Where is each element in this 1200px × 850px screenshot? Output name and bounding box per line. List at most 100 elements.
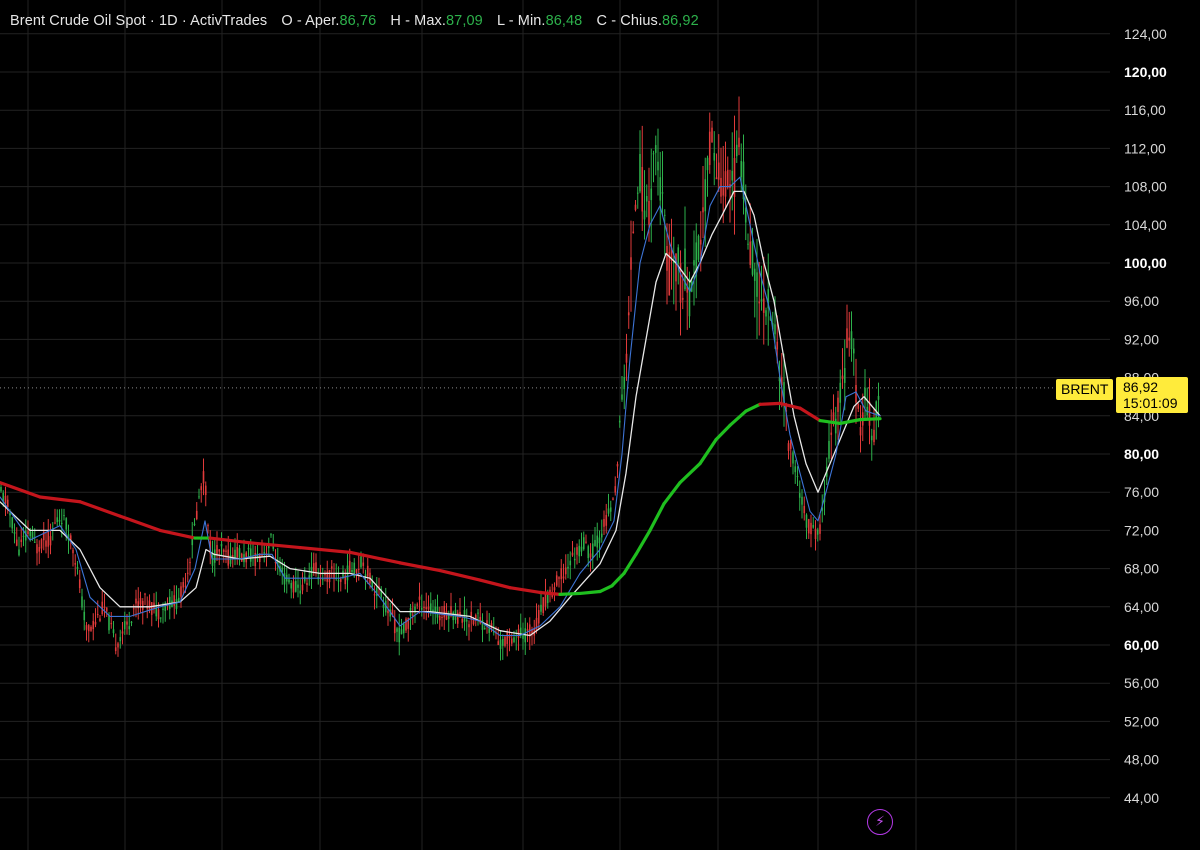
candle-body xyxy=(461,618,464,623)
candle-body xyxy=(720,177,722,197)
candle-body xyxy=(240,553,243,562)
candle-body xyxy=(803,505,806,514)
candle-body xyxy=(751,241,754,275)
candle-body xyxy=(675,253,677,282)
candle-body xyxy=(126,621,128,625)
candle-body xyxy=(18,549,20,556)
candle-body xyxy=(711,127,713,142)
ma-long-segment xyxy=(858,417,882,422)
candle-body xyxy=(132,608,135,610)
candle-body xyxy=(598,537,601,544)
candle-body xyxy=(58,519,61,522)
candle-body xyxy=(630,257,632,270)
candle-body xyxy=(837,397,839,412)
chart-legend: Brent Crude Oil Spot · 1D · ActivTrades … xyxy=(10,13,699,29)
candle-body xyxy=(792,452,794,464)
ma-long-segment xyxy=(598,584,614,594)
candle-body xyxy=(425,607,428,609)
candle-body xyxy=(54,522,56,524)
candle-body xyxy=(542,597,545,614)
candle-body xyxy=(841,375,844,380)
candle-body xyxy=(114,647,117,652)
candle-body xyxy=(508,634,511,638)
candle-body xyxy=(735,144,738,157)
candle-body xyxy=(859,427,862,436)
ma-long-segment xyxy=(438,568,482,582)
candle-body xyxy=(798,493,801,498)
candle-body xyxy=(283,573,286,585)
y-tick-label: 96,00 xyxy=(1124,293,1159,309)
candle-body xyxy=(119,637,122,642)
candle-body xyxy=(105,607,108,612)
price-chart[interactable]: 124,00 120,00 116,00 112,00 108,00 104,00 100,… xyxy=(0,0,1200,850)
ma-long-segment xyxy=(744,402,762,413)
ma-long-segment xyxy=(38,495,82,504)
candle-body xyxy=(697,235,700,260)
candle-body xyxy=(724,171,727,197)
candle-body xyxy=(339,578,342,582)
candle-body xyxy=(330,566,333,569)
candle-body xyxy=(677,247,680,264)
candle-body xyxy=(429,603,432,612)
candle-body xyxy=(6,499,9,508)
lightning-icon[interactable]: ⚡︎ xyxy=(867,809,893,835)
y-tick-label: 72,00 xyxy=(1124,522,1159,538)
candle-body xyxy=(270,534,272,536)
candle-body xyxy=(747,243,749,245)
candle-body xyxy=(758,301,761,304)
high-value: 87,09 xyxy=(446,13,483,29)
candle-body xyxy=(465,619,468,622)
candle-body xyxy=(443,605,446,618)
candle-body xyxy=(157,609,160,620)
candle-body xyxy=(36,544,38,554)
ma-long-segment xyxy=(758,401,782,406)
candle-body xyxy=(843,368,846,383)
candle-body xyxy=(357,568,360,570)
candle-body xyxy=(654,145,657,153)
candle-body xyxy=(605,514,608,526)
candle-body xyxy=(731,170,734,181)
ma-long-segment xyxy=(78,500,122,518)
candle-body xyxy=(414,606,416,612)
candle-body xyxy=(472,619,475,625)
candle-body xyxy=(220,544,223,547)
candle-body xyxy=(40,539,43,549)
candle-body xyxy=(303,576,306,582)
candle-body xyxy=(661,192,664,194)
last-price-badge: 86,92 15:01:09 xyxy=(1116,377,1188,413)
candle-body xyxy=(362,562,365,566)
candle-body xyxy=(571,552,574,556)
candle-body xyxy=(704,179,707,212)
candle-body xyxy=(184,585,187,587)
candle-body xyxy=(648,200,650,225)
candle-body xyxy=(816,529,819,535)
candle-body xyxy=(47,531,50,547)
candle-body xyxy=(56,517,59,523)
candle-body xyxy=(85,625,88,630)
candle-body xyxy=(218,549,221,552)
ma-long-segment xyxy=(818,418,842,426)
candle-body xyxy=(182,582,185,588)
candle-body xyxy=(877,395,880,400)
candle-body xyxy=(60,522,63,524)
candle-body xyxy=(643,210,646,220)
candle-body xyxy=(321,579,324,581)
candle-body xyxy=(292,581,295,593)
candle-body xyxy=(623,377,626,390)
candle-body xyxy=(144,593,146,595)
candle-body xyxy=(807,519,810,534)
candle-body xyxy=(540,604,542,612)
candle-body xyxy=(319,574,322,576)
candle-body xyxy=(301,584,304,591)
candle-body xyxy=(92,620,95,630)
candle-body xyxy=(645,195,648,202)
candle-body xyxy=(546,594,549,604)
candle-body xyxy=(130,621,133,624)
candle-body xyxy=(839,382,842,403)
candle-body xyxy=(625,353,628,363)
candle-body xyxy=(420,607,423,610)
candle-body xyxy=(544,593,547,607)
candle-body xyxy=(63,515,65,517)
candle-body xyxy=(659,177,662,201)
candle-body xyxy=(159,617,162,619)
